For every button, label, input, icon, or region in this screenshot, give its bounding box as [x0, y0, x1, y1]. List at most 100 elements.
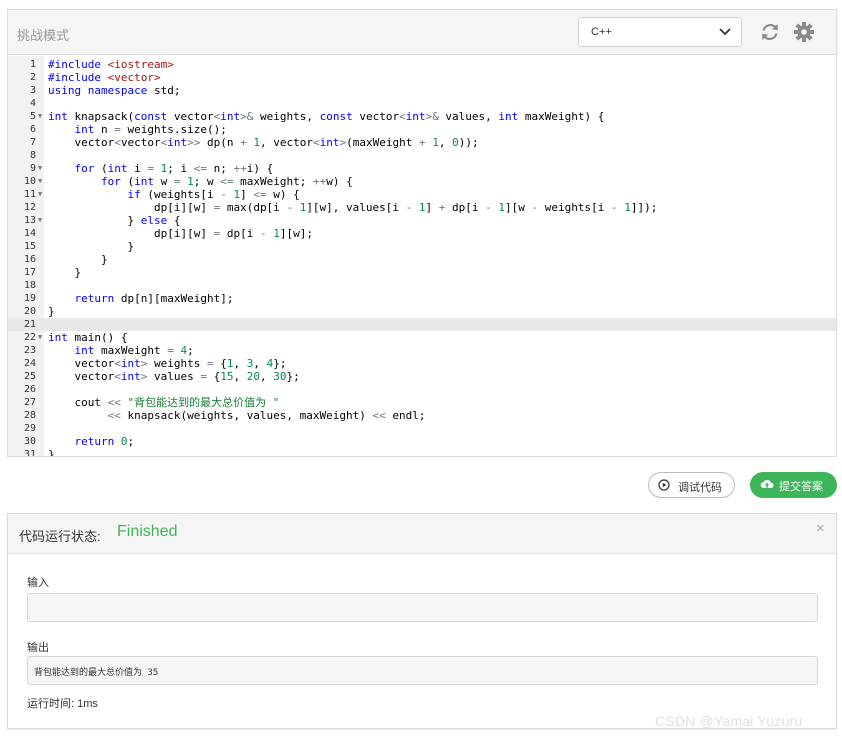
line-number: 1 — [29, 59, 36, 70]
code-line[interactable]: 8 — [8, 149, 836, 162]
line-number: 19 — [23, 293, 36, 304]
input-field[interactable] — [27, 593, 818, 622]
code-text: int maxWeight = 4; — [74, 344, 194, 357]
code-line[interactable]: 23 int maxWeight = 4; — [8, 344, 836, 357]
code-text: } — [48, 448, 55, 457]
code-line[interactable]: 3 using namespace std; — [8, 84, 836, 97]
line-number: 6 — [29, 124, 36, 135]
line-number: 4 — [29, 98, 36, 109]
code-line[interactable]: 4 — [8, 97, 836, 110]
code-line[interactable]: 14 dp[i][w] = dp[i - 1][w]; — [8, 227, 836, 240]
line-number: 9 — [29, 163, 36, 174]
line-number: 16 — [23, 254, 36, 265]
line-number: 13 — [23, 215, 36, 226]
output-label: 输出 — [27, 642, 49, 654]
fold-toggle-icon[interactable]: ▼ — [38, 214, 42, 227]
line-number: 20 — [23, 306, 36, 317]
code-line[interactable]: 6 int n = weights.size(); — [8, 123, 836, 136]
code-line[interactable]: 5 ▼ int knapsack(const vector<int>& weight… — [8, 110, 836, 123]
code-line[interactable]: 28 << knapsack(weights, values, maxWeigh… — [8, 409, 836, 422]
line-number: 27 — [23, 397, 36, 408]
line-number: 31 — [23, 449, 36, 457]
code-line[interactable]: 17 } — [8, 266, 836, 279]
code-line[interactable]: 26 — [8, 383, 836, 396]
fold-toggle-icon[interactable]: ▼ — [38, 331, 42, 344]
code-line[interactable]: 13 ▼ } else { — [8, 214, 836, 227]
code-lines[interactable]: 1 #include <iostream> 2 #include <vector> 3 u… — [8, 58, 836, 457]
line-number: 11 — [23, 189, 36, 200]
line-number: 10 — [23, 176, 36, 187]
code-line[interactable]: 9 ▼ for (int i = 1; i <= n; ++i) { — [8, 162, 836, 175]
code-text: dp[i][w] = max(dp[i - 1][w], values[i - … — [48, 201, 658, 214]
fold-toggle-icon[interactable]: ▼ — [38, 162, 42, 175]
line-number: 12 — [23, 202, 36, 213]
code-text: int knapsack(const vector<int>& weights,… — [48, 110, 605, 123]
input-label: 输入 — [27, 577, 49, 589]
line-number: 21 — [23, 319, 36, 330]
mode-title: 挑战模式 — [17, 28, 70, 43]
code-area[interactable]: 1 #include <iostream> 2 #include <vector> 3 u… — [8, 56, 836, 457]
line-number: 26 — [23, 384, 36, 395]
code-text: } else { — [48, 214, 181, 227]
code-text: vector<int> values = {15, 20, 30}; — [48, 370, 300, 383]
output-value: 背包能达到的最大总价值为 35 — [34, 668, 159, 678]
code-text: int main() { — [48, 331, 128, 344]
code-line[interactable]: 22 ▼ int main() { — [8, 331, 836, 344]
gear-icon[interactable] — [793, 21, 815, 43]
code-line[interactable]: 31} — [8, 448, 836, 457]
code-text: for (int i = 1; i <= n; ++i) { — [74, 162, 274, 175]
submit-answer-button[interactable]: 提交答案 — [750, 472, 837, 498]
code-text: return dp[n][maxWeight]; — [74, 292, 234, 305]
line-number: 5 — [29, 111, 36, 122]
code-line[interactable]: 20} — [8, 305, 836, 318]
code-line[interactable]: 2 #include <vector> — [8, 71, 836, 84]
code-text: } — [48, 266, 82, 279]
code-line[interactable]: 7 vector<vector<int>> dp(n + 1, vector<i… — [8, 136, 836, 149]
code-line[interactable]: 18 — [8, 279, 836, 292]
code-text: } — [48, 253, 108, 266]
fold-toggle-icon[interactable]: ▼ — [38, 175, 42, 188]
code-line[interactable]: 29 — [8, 422, 836, 435]
run-status-value: Finished — [117, 523, 178, 540]
code-text: cout << "背包能达到的最大总价值为 " — [48, 396, 280, 409]
line-number: 22 — [23, 332, 36, 343]
close-result-button[interactable]: × — [816, 520, 825, 537]
line-number: 14 — [23, 228, 36, 239]
line-number: 8 — [29, 150, 36, 161]
language-selected-value: C++ — [591, 26, 612, 38]
code-line[interactable]: 24 vector<int> weights = {1, 3, 4}; — [8, 357, 836, 370]
line-number: 29 — [23, 423, 36, 434]
run-status-label: 代码运行状态: — [19, 529, 101, 544]
language-select[interactable]: C++ — [578, 17, 742, 47]
run-result-panel: 代码运行状态: Finished × 输入 输出 背包能达到的最大总价值为 35… — [7, 513, 837, 729]
code-line[interactable]: 16 } — [8, 253, 836, 266]
line-number: 15 — [23, 241, 36, 252]
code-text: } — [48, 305, 55, 318]
code-text: for (int w = 1; w <= maxWeight; ++w) { — [100, 175, 353, 188]
editor-toolbar: 挑战模式 C++ — [8, 10, 836, 55]
output-field: 背包能达到的最大总价值为 35 — [27, 656, 818, 685]
debug-code-button[interactable]: 调试代码 — [648, 472, 735, 498]
fold-toggle-icon[interactable]: ▼ — [38, 188, 42, 201]
line-number: 28 — [23, 410, 36, 421]
code-line[interactable]: 30 return 0; — [8, 435, 836, 448]
code-text: #include <iostream> — [48, 58, 174, 71]
code-text: vector<vector<int>> dp(n + 1, vector<int… — [48, 136, 479, 149]
code-line[interactable]: 21 — [8, 318, 836, 331]
fold-toggle-icon[interactable]: ▼ — [38, 110, 42, 123]
code-line[interactable]: 25 vector<int> values = {15, 20, 30}; — [8, 370, 836, 383]
code-text: int n = weights.size(); — [74, 123, 227, 136]
cloud-upload-icon — [760, 479, 774, 489]
code-line[interactable]: 27 cout << "背包能达到的最大总价值为 " — [8, 396, 836, 409]
debug-code-label: 调试代码 — [678, 482, 722, 494]
code-line[interactable]: 1 #include <iostream> — [8, 58, 836, 71]
code-line[interactable]: 12 dp[i][w] = max(dp[i - 1][w], values[i… — [8, 201, 836, 214]
run-time: 运行时间: 1ms — [27, 698, 98, 710]
code-line[interactable]: 10 ▼ for (int w = 1; w <= maxWeight; ++w)… — [8, 175, 836, 188]
code-line[interactable]: 11 ▼ if (weights[i - 1] <= w) { — [8, 188, 836, 201]
line-number: 3 — [29, 85, 36, 96]
refresh-icon[interactable] — [759, 21, 781, 43]
play-circle-icon — [658, 479, 670, 491]
code-line[interactable]: 19 return dp[n][maxWeight]; — [8, 292, 836, 305]
code-line[interactable]: 15 } — [8, 240, 836, 253]
